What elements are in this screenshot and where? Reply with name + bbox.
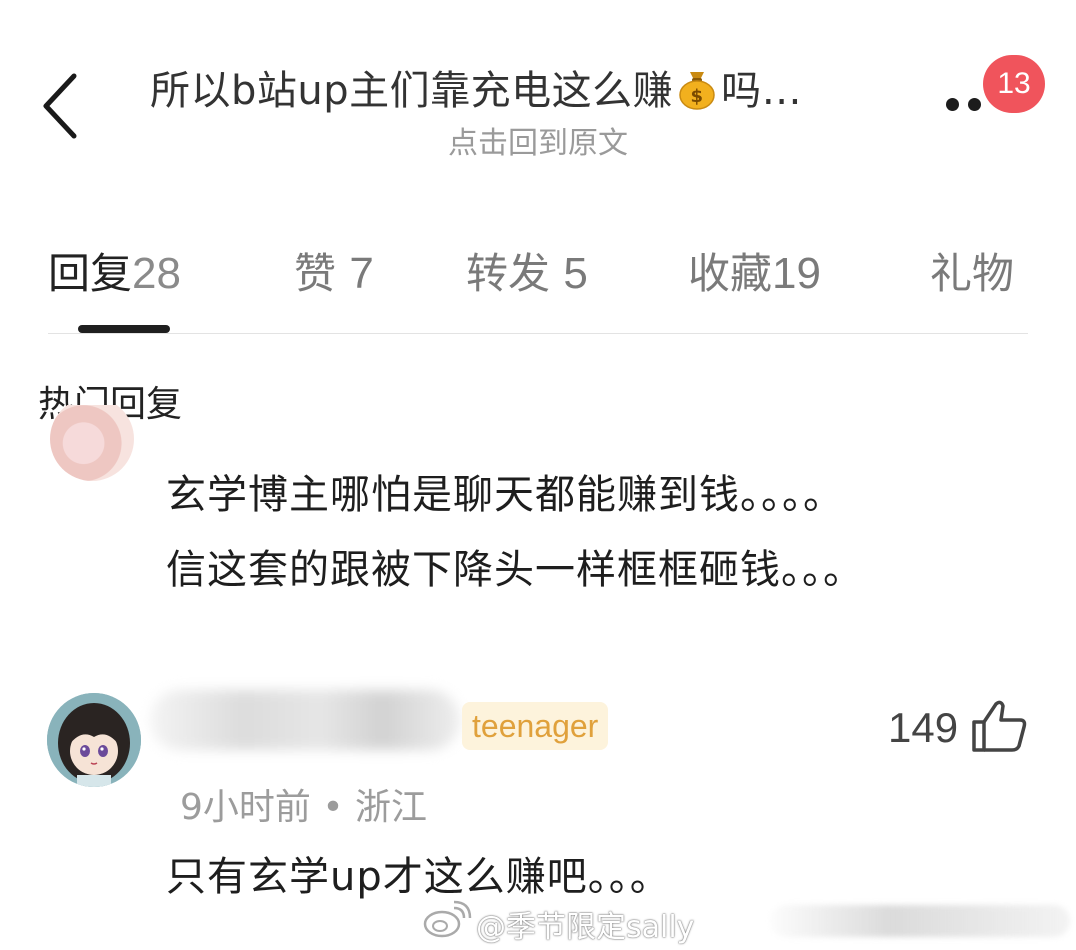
comment-text[interactable]: 玄学博主哪怕是聊天都能赚到钱。。。。 信这套的跟被下降头一样框框砸钱。。。 [166, 458, 1046, 608]
comment-line: 信这套的跟被下降头一样框框砸钱。。。 [166, 547, 864, 593]
tab-likes[interactable]: 赞 7 [294, 240, 374, 301]
tab-favorites[interactable]: 收藏19 [688, 240, 821, 301]
comment-meta: 9小时前 • 浙江 [180, 787, 428, 828]
tab-label: 回复 [48, 249, 133, 298]
post-title: 所以b站up主们靠充电这么赚 $ 吗… [150, 58, 802, 116]
title-text-end: 吗… [721, 68, 803, 114]
title-text-start: 所以b站up主们靠充电这么赚 [150, 68, 674, 114]
user-tag: teenager [462, 702, 609, 750]
comment-line: 玄学博主哪怕是聊天都能赚到钱。。。。 [166, 472, 844, 518]
avatar[interactable] [47, 693, 141, 787]
tab-count: 7 [349, 249, 374, 298]
more-dots-icon[interactable] [940, 92, 990, 118]
avatar[interactable] [50, 405, 134, 481]
tab-label: 转发 [466, 249, 551, 298]
tab-gifts[interactable]: 礼物 [930, 240, 1014, 301]
tab-replies[interactable]: 回复28 [48, 240, 181, 301]
weibo-icon [423, 900, 472, 938]
tab-count: 19 [772, 249, 821, 298]
money-bag-icon: $ [675, 66, 719, 110]
tab-reposts[interactable]: 转发 5 [466, 240, 588, 301]
tab-label: 礼物 [930, 249, 1015, 298]
tab-count: 5 [563, 249, 588, 298]
notification-badge[interactable]: 13 [983, 55, 1045, 113]
tab-count: 28 [132, 249, 181, 298]
tab-label: 赞 [294, 249, 337, 298]
username-blurred[interactable] [150, 690, 460, 750]
watermark-text: @季节限定sally [476, 910, 695, 945]
svg-text:$: $ [691, 86, 704, 107]
thumbs-up-icon[interactable] [970, 698, 1028, 754]
tab-label: 收藏 [688, 249, 773, 298]
divider [48, 333, 1028, 334]
back-to-original-link[interactable]: 点击回到原文 [0, 118, 1076, 162]
watermark-blur [770, 905, 1070, 937]
like-count: 149 [888, 704, 959, 751]
active-tab-indicator [78, 325, 170, 333]
